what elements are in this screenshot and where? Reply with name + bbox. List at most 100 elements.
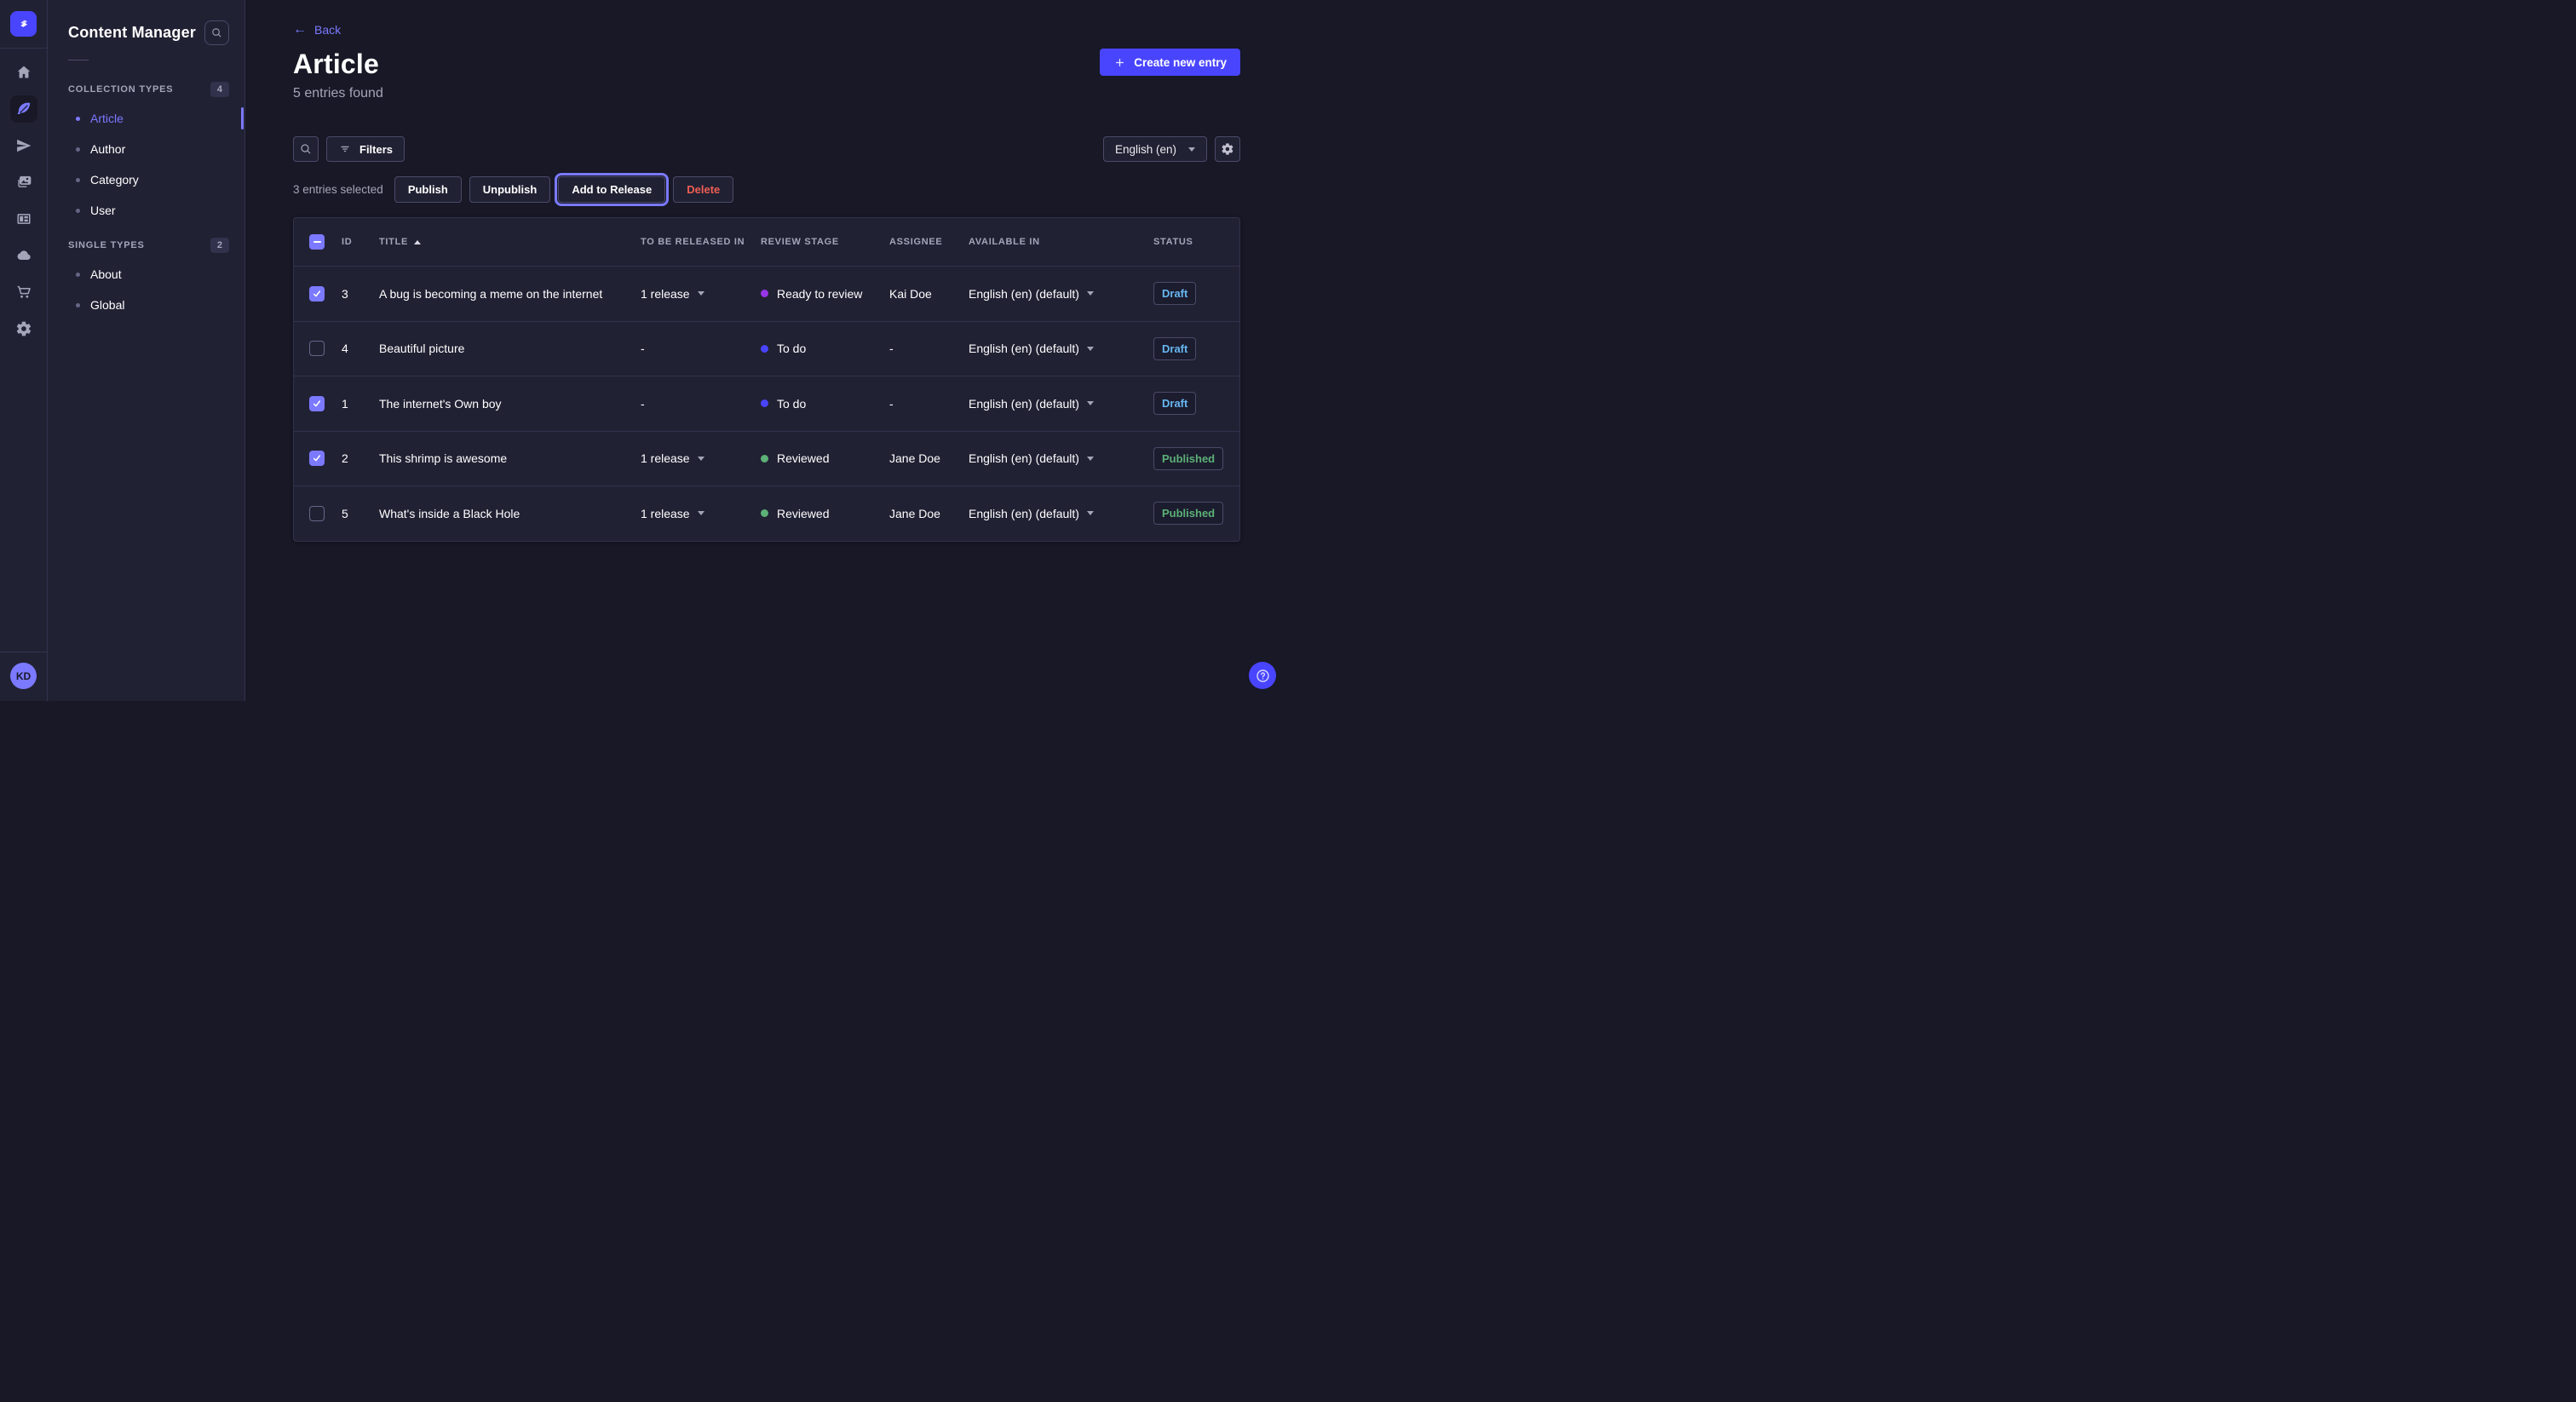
publish-button[interactable]: Publish — [394, 176, 462, 203]
table-row[interactable]: 5 What's inside a Black Hole 1 release R… — [294, 486, 1239, 541]
strapi-logo-icon[interactable] — [10, 11, 37, 37]
sort-ascending-icon — [414, 240, 421, 244]
table-row[interactable]: 1 The internet's Own boy - To do - Engli… — [294, 376, 1239, 431]
chevron-down-icon — [698, 457, 704, 461]
arrow-left-icon: ← — [293, 23, 307, 37]
cell-available-in[interactable]: English (en) (default) — [969, 287, 1153, 301]
status-badge: Draft — [1153, 392, 1196, 415]
cell-to-be-released-in[interactable]: - — [641, 342, 761, 355]
column-header-available-in[interactable]: AVAILABLE IN — [969, 237, 1153, 247]
selection-summary: 3 entries selected — [293, 183, 383, 196]
deploy-cloud-icon[interactable] — [10, 242, 37, 269]
cell-available-in[interactable]: English (en) (default) — [969, 397, 1153, 411]
cell-available-in[interactable]: English (en) (default) — [969, 342, 1153, 355]
stage-dot-icon — [761, 399, 768, 407]
row-checkbox[interactable] — [309, 286, 325, 302]
chevron-down-icon — [1188, 147, 1195, 152]
cell-assignee: - — [889, 397, 969, 411]
cell-status: Draft — [1153, 392, 1239, 415]
rail-footer: KD — [0, 652, 47, 701]
row-checkbox[interactable] — [309, 506, 325, 521]
column-header-status[interactable]: STATUS — [1153, 237, 1239, 247]
cell-assignee: Jane Doe — [889, 451, 969, 465]
search-icon[interactable] — [293, 136, 319, 162]
bulk-actions-bar: 3 entries selected Publish Unpublish Add… — [293, 176, 1240, 203]
table-row[interactable]: 3 A bug is becoming a meme on the intern… — [294, 266, 1239, 321]
sidebar-sections: COLLECTION TYPES 4 Article Author Catego… — [68, 82, 229, 320]
sidebar-item-global[interactable]: Global — [68, 290, 229, 320]
chevron-down-icon — [1087, 291, 1094, 296]
sidebar-item-user[interactable]: User — [68, 195, 229, 226]
status-badge: Draft — [1153, 282, 1196, 305]
search-icon[interactable] — [204, 20, 229, 45]
cell-to-be-released-in[interactable]: 1 release — [641, 451, 761, 465]
locale-select[interactable]: English (en) — [1103, 136, 1207, 162]
status-badge: Published — [1153, 447, 1223, 470]
table-row[interactable]: 4 Beautiful picture - To do - English (e… — [294, 321, 1239, 376]
indeterminate-icon — [313, 241, 321, 244]
bullet-icon — [76, 178, 80, 182]
filters-button[interactable]: Filters — [326, 136, 405, 162]
sidebar-item-about[interactable]: About — [68, 259, 229, 290]
cell-assignee: Jane Doe — [889, 507, 969, 520]
cell-to-be-released-in[interactable]: 1 release — [641, 287, 761, 301]
sidebar-section: COLLECTION TYPES 4 Article Author Catego… — [68, 82, 229, 226]
media-library-icon[interactable] — [10, 169, 37, 196]
divider — [0, 48, 47, 49]
column-header-review-stage[interactable]: REVIEW STAGE — [761, 237, 889, 247]
check-icon — [312, 453, 322, 463]
cell-id: 4 — [342, 342, 379, 355]
cell-available-in[interactable]: English (en) (default) — [969, 451, 1153, 465]
cell-title: What's inside a Black Hole — [379, 507, 641, 520]
table-header: ID TITLE TO BE RELEASED IN REVIEW STAGE … — [294, 218, 1239, 266]
section-label: COLLECTION TYPES — [68, 84, 173, 95]
column-header-title[interactable]: TITLE — [379, 237, 641, 247]
unpublish-button[interactable]: Unpublish — [469, 176, 551, 203]
cell-available-in[interactable]: English (en) (default) — [969, 507, 1153, 520]
main-content: ← Back Article Create new entry 5 entrie… — [245, 0, 1288, 701]
row-checkbox[interactable] — [309, 341, 325, 356]
sidebar-item-author[interactable]: Author — [68, 134, 229, 164]
marketplace-cart-icon[interactable] — [10, 279, 37, 306]
status-badge: Published — [1153, 502, 1223, 525]
home-icon[interactable] — [10, 59, 37, 86]
content-manager-sidebar: Content Manager COLLECTION TYPES 4 Artic… — [48, 0, 245, 701]
content-type-builder-icon[interactable] — [10, 205, 37, 233]
cell-to-be-released-in[interactable]: 1 release — [641, 507, 761, 520]
column-header-id[interactable]: ID — [342, 237, 379, 247]
column-header-to-be-released-in[interactable]: TO BE RELEASED IN — [641, 237, 761, 247]
cell-to-be-released-in[interactable]: - — [641, 397, 761, 411]
delete-button[interactable]: Delete — [673, 176, 733, 203]
chevron-down-icon — [1087, 457, 1094, 461]
cell-title: The internet's Own boy — [379, 397, 641, 411]
back-link[interactable]: ← Back — [293, 23, 341, 37]
cell-status: Draft — [1153, 337, 1239, 360]
stage-dot-icon — [761, 509, 768, 517]
bullet-icon — [76, 209, 80, 213]
entries-table: ID TITLE TO BE RELEASED IN REVIEW STAGE … — [293, 217, 1240, 542]
view-settings-gear-icon[interactable] — [1215, 136, 1240, 162]
sidebar-item-article[interactable]: Article — [68, 103, 229, 134]
chevron-down-icon — [698, 511, 704, 515]
help-button[interactable] — [1249, 662, 1276, 689]
user-avatar[interactable]: KD — [10, 663, 37, 689]
sidebar-section: SINGLE TYPES 2 About Global — [68, 238, 229, 320]
release-paper-plane-icon[interactable] — [10, 132, 37, 159]
cell-review-stage: To do — [761, 342, 889, 355]
row-checkbox[interactable] — [309, 396, 325, 411]
filter-icon — [338, 142, 352, 156]
question-mark-icon — [1255, 668, 1271, 684]
create-new-entry-button[interactable]: Create new entry — [1100, 49, 1240, 76]
rail-icon-nav — [10, 59, 37, 652]
add-to-release-button[interactable]: Add to Release — [558, 176, 665, 203]
bullet-icon — [76, 147, 80, 152]
column-header-assignee[interactable]: ASSIGNEE — [889, 237, 969, 247]
table-row[interactable]: 2 This shrimp is awesome 1 release Revie… — [294, 431, 1239, 486]
content-manager-feather-icon[interactable] — [10, 95, 37, 123]
settings-gear-icon[interactable] — [10, 315, 37, 342]
cell-status: Published — [1153, 447, 1239, 470]
sidebar-item-category[interactable]: Category — [68, 164, 229, 195]
row-checkbox[interactable] — [309, 451, 325, 466]
chevron-down-icon — [1087, 401, 1094, 405]
select-all-checkbox[interactable] — [309, 234, 325, 250]
